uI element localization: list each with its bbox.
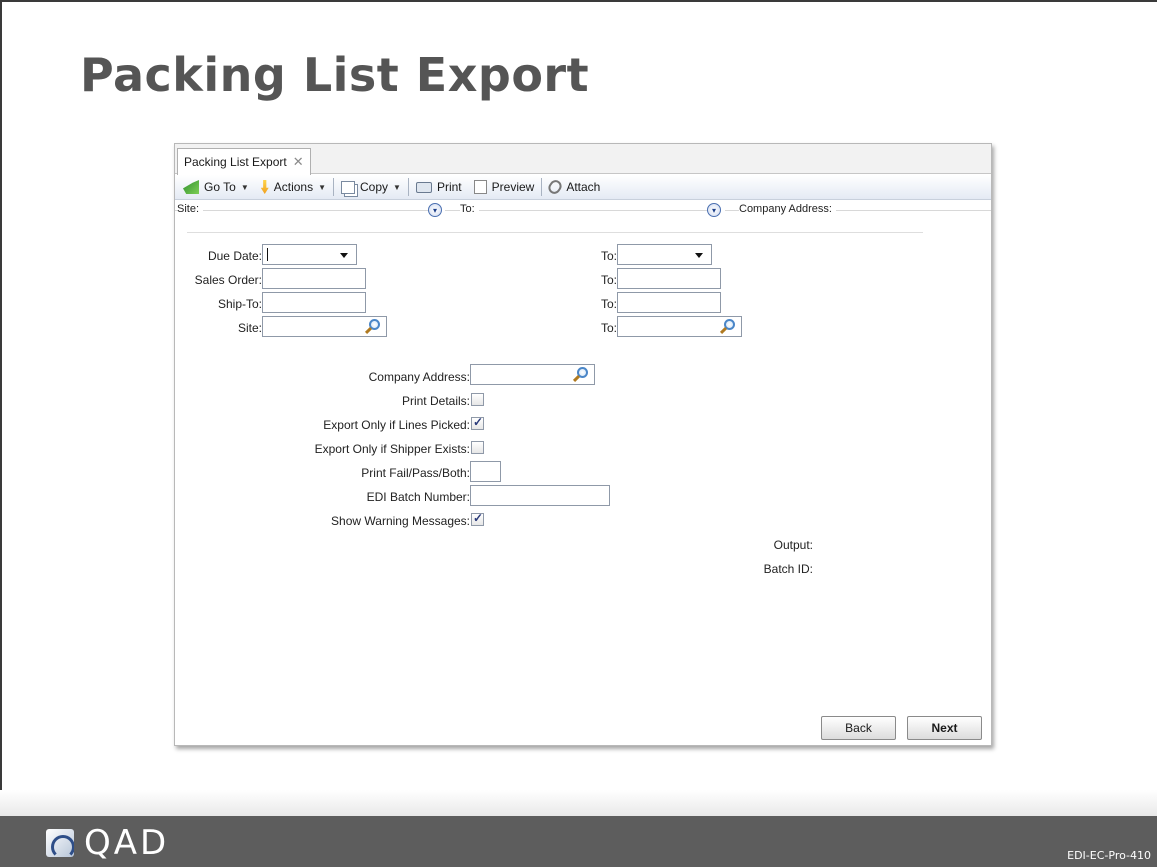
export-shipper-exists-label: Export Only if Shipper Exists: — [314, 442, 470, 456]
expand-site-icon[interactable]: ▾ — [428, 203, 442, 217]
show-warning-checkbox[interactable] — [471, 511, 484, 526]
edi-batch-label: EDI Batch Number: — [366, 490, 470, 504]
print-details-label: Print Details: — [401, 394, 470, 408]
site-to-label: To: — [600, 321, 617, 335]
expand-to-icon[interactable]: ▾ — [707, 203, 721, 217]
printer-icon — [415, 181, 432, 193]
export-lines-picked-label: Export Only if Lines Picked: — [323, 418, 470, 432]
print-fail-pass-label: Print Fail/Pass/Both: — [361, 466, 470, 480]
actions-icon — [260, 180, 269, 194]
due-date-field[interactable] — [262, 244, 357, 265]
preview-label: Preview — [491, 180, 535, 194]
sales-order-to-label: To: — [600, 273, 617, 287]
print-details-checkbox[interactable] — [471, 393, 484, 406]
site-label: Site: — [237, 321, 262, 335]
site-field[interactable] — [262, 316, 387, 337]
ship-to-to-field[interactable] — [617, 292, 721, 313]
text-cursor — [267, 248, 268, 261]
edi-batch-field[interactable] — [470, 485, 610, 506]
ship-to-field[interactable] — [262, 292, 366, 313]
qad-logo: QAD — [46, 826, 169, 860]
output-label: Output: — [773, 538, 813, 552]
slide-title: Packing List Export — [80, 48, 590, 102]
chevron-down-icon[interactable] — [340, 253, 348, 258]
sales-order-to-field[interactable] — [617, 268, 721, 289]
toolbar: Go To ▼ Actions ▼ Copy ▼ Print Preview A… — [175, 175, 991, 200]
actions-button[interactable]: Actions ▼ — [255, 177, 332, 197]
export-shipper-exists-checkbox[interactable] — [471, 441, 484, 454]
toolbar-separator — [407, 178, 409, 196]
company-address-label: Company Address: — [368, 370, 470, 384]
print-fail-pass-field[interactable] — [470, 461, 501, 482]
copy-button[interactable]: Copy ▼ — [335, 177, 407, 197]
close-icon[interactable]: ✕ — [293, 154, 304, 170]
divider — [187, 232, 923, 233]
footer-bar — [0, 816, 1157, 867]
company-address-field[interactable] — [470, 364, 595, 385]
chevron-down-icon[interactable] — [695, 253, 703, 258]
toolbar-separator — [333, 178, 335, 196]
search-icon[interactable] — [719, 319, 736, 335]
section-line — [445, 210, 713, 211]
attach-button[interactable]: Attach — [543, 177, 606, 197]
section-to-label: To: — [460, 203, 479, 215]
goto-label: Go To — [204, 180, 236, 194]
preview-icon — [473, 180, 487, 194]
tab-packing-list-export[interactable]: Packing List Export ✕ — [177, 148, 311, 175]
export-lines-picked-checkbox[interactable] — [471, 415, 484, 430]
sales-order-field[interactable] — [262, 268, 366, 289]
print-button[interactable]: Print — [410, 177, 468, 197]
slide-code: EDI-EC-Pro-410 — [1067, 849, 1151, 862]
tab-bar: Packing List Export ✕ — [175, 144, 991, 175]
print-label: Print — [436, 180, 462, 194]
due-date-to-field[interactable] — [617, 244, 712, 265]
qad-logo-text: QAD — [84, 823, 170, 863]
packing-list-window: Packing List Export ✕ Go To ▼ Actions ▼ … — [174, 143, 992, 746]
chevron-down-icon: ▼ — [393, 182, 401, 192]
search-icon[interactable] — [364, 319, 381, 335]
copy-icon — [341, 180, 356, 194]
due-date-label: Due Date: — [207, 249, 262, 263]
chevron-down-icon: ▼ — [240, 182, 249, 192]
qad-logo-mark — [46, 829, 74, 857]
show-warning-label: Show Warning Messages: — [331, 514, 470, 528]
toolbar-separator — [541, 178, 543, 196]
attach-label: Attach — [566, 180, 601, 194]
section-headers: Site: ▾ To: ▾ Company Address: — [175, 201, 991, 219]
batch-id-label: Batch ID: — [763, 562, 813, 576]
preview-button[interactable]: Preview — [468, 177, 541, 197]
goto-button[interactable]: Go To ▼ — [177, 177, 255, 197]
section-site-label: Site: — [177, 203, 204, 215]
ship-to-to-label: To: — [600, 297, 617, 311]
chevron-down-icon: ▼ — [318, 182, 327, 192]
section-company-address-label: Company Address: — [739, 203, 836, 215]
goto-icon — [183, 180, 199, 194]
ship-to-label: Ship-To: — [217, 297, 262, 311]
footer-gradient — [0, 790, 1157, 816]
copy-label: Copy — [360, 180, 389, 194]
paperclip-icon — [546, 177, 565, 197]
tab-label: Packing List Export — [184, 155, 287, 169]
site-to-field[interactable] — [617, 316, 742, 337]
back-button[interactable]: Back — [821, 716, 896, 740]
sales-order-label: Sales Order: — [194, 273, 262, 287]
section-line — [175, 210, 433, 211]
actions-label: Actions — [273, 180, 314, 194]
next-button[interactable]: Next — [907, 716, 982, 740]
due-date-to-label: To: — [600, 249, 617, 263]
search-icon[interactable] — [572, 367, 589, 383]
